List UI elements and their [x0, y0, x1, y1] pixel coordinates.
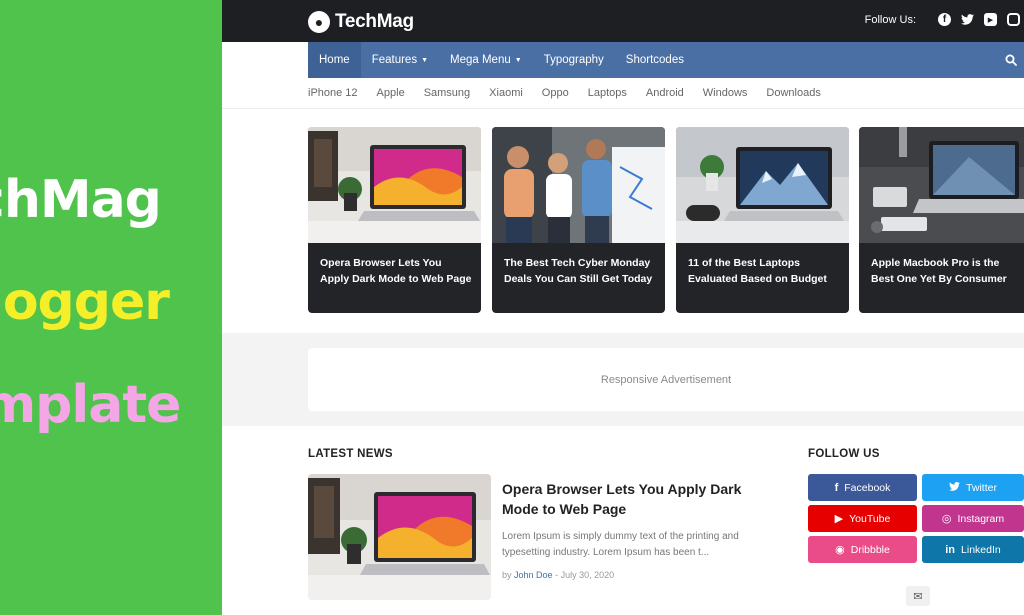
instagram-icon[interactable]: [1007, 13, 1020, 26]
mail-icon[interactable]: ✉: [906, 586, 930, 606]
nav-mega-menu[interactable]: Mega Menu ▼: [439, 42, 533, 78]
meta-by: by: [502, 570, 512, 580]
facebook-label: Facebook: [844, 481, 891, 494]
card-image-office: [492, 127, 665, 243]
featured-card-title: Opera Browser Lets You Apply Dark Mode t…: [320, 257, 472, 285]
nav-typography[interactable]: Typography: [533, 42, 615, 78]
promo-banner: chMag logger mplate: [0, 0, 222, 615]
latest-post-title[interactable]: Opera Browser Lets You Apply Dark Mode t…: [502, 479, 772, 519]
logo-text: TechMag: [335, 11, 414, 32]
featured-card[interactable]: 11 of the Best Laptops Evaluated Based o…: [676, 127, 849, 313]
latest-post-excerpt: Lorem Ipsum is simply dummy text of the …: [502, 531, 739, 558]
dribbble-icon: ◉: [835, 544, 845, 556]
instagram-icon: ◎: [941, 513, 952, 525]
subnav-item[interactable]: Laptops: [588, 87, 627, 99]
facebook-button[interactable]: f Facebook: [808, 474, 917, 501]
instagram-button[interactable]: ◎ Instagram: [922, 505, 1024, 532]
featured-card-title: Apple Macbook Pro is the Best One Yet By…: [871, 257, 1007, 285]
youtube-label: YouTube: [849, 512, 891, 525]
subnav-item[interactable]: Downloads: [766, 87, 820, 99]
main-nav: Home Features ▼ Mega Menu ▼ Typography Sho…: [308, 42, 1024, 78]
featured-card[interactable]: The Best Tech Cyber Monday Deals You Can…: [492, 127, 665, 313]
youtube-icon[interactable]: ▶: [984, 13, 997, 26]
nav-shortcodes-label: Shortcodes: [625, 54, 684, 66]
twitter-icon: [949, 481, 960, 494]
screenshot-root: chMag logger mplate ● TechMag Follow Us:…: [0, 0, 1024, 615]
twitter-icon[interactable]: [961, 13, 974, 26]
linkedin-label: LinkedIn: [961, 543, 1001, 556]
latest-post-image[interactable]: [308, 474, 491, 600]
post-author[interactable]: John Doe: [514, 570, 553, 580]
subnav-item[interactable]: iPhone 12: [308, 87, 358, 99]
dribbble-button[interactable]: ◉ Dribbble: [808, 536, 917, 563]
subnav-item[interactable]: Apple: [377, 87, 405, 99]
facebook-icon: f: [834, 481, 839, 494]
follow-us-heading: FOLLOW US: [808, 448, 880, 460]
site-preview: ● TechMag Follow Us: f ▶ Home Features ▼ …: [222, 0, 1024, 615]
latest-post-meta: by John Doe - July 30, 2020: [502, 570, 614, 580]
linkedin-button[interactable]: in LinkedIn: [922, 536, 1024, 563]
nav-features[interactable]: Features ▼: [361, 42, 439, 78]
post-date: - July 30, 2020: [555, 570, 615, 580]
latest-news-heading: LATEST NEWS: [308, 448, 393, 460]
nav-typography-label: Typography: [543, 54, 604, 66]
card-image-desk: [859, 127, 1024, 243]
nav-shortcodes[interactable]: Shortcodes: [615, 42, 695, 78]
youtube-icon: ▶: [834, 513, 844, 525]
site-logo[interactable]: ● TechMag: [308, 10, 414, 34]
advertisement-label: Responsive Advertisement: [600, 373, 732, 386]
promo-line-2: logger: [0, 272, 170, 332]
subnav-item[interactable]: Samsung: [424, 87, 470, 99]
promo-line-1: chMag: [0, 170, 162, 230]
featured-card[interactable]: Apple Macbook Pro is the Best One Yet By…: [859, 127, 1024, 313]
twitter-label: Twitter: [966, 481, 997, 494]
nav-home[interactable]: Home: [308, 42, 361, 78]
header-follow: Follow Us: f ▶: [865, 13, 1020, 26]
subnav-item[interactable]: Xiaomi: [489, 87, 523, 99]
chevron-down-icon: ▼: [514, 56, 522, 64]
facebook-icon[interactable]: f: [938, 13, 951, 26]
nav-features-label: Features: [371, 54, 418, 66]
subnav-item[interactable]: Oppo: [542, 87, 569, 99]
nav-home-label: Home: [319, 54, 350, 66]
follow-label: Follow Us:: [864, 13, 916, 26]
featured-card-title: The Best Tech Cyber Monday Deals You Can…: [504, 257, 653, 285]
subnav-item[interactable]: Android: [646, 87, 684, 99]
ad-band: Responsive Advertisement: [222, 333, 1024, 426]
card-image-laptop: [308, 127, 481, 243]
linkedin-icon: in: [945, 543, 956, 556]
sub-nav: iPhone 12 Apple Samsung Xiaomi Oppo Lapt…: [308, 78, 840, 108]
top-bar: ● TechMag Follow Us: f ▶: [222, 0, 1024, 42]
card-image-mountain-laptop: [676, 127, 849, 243]
promo-line-3: mplate: [0, 375, 181, 435]
chevron-down-icon: ▼: [421, 56, 429, 64]
featured-card[interactable]: Opera Browser Lets You Apply Dark Mode t…: [308, 127, 481, 313]
apple-logo-icon: ●: [308, 11, 330, 33]
youtube-button[interactable]: ▶ YouTube: [808, 505, 917, 532]
search-icon[interactable]: [998, 42, 1024, 78]
featured-card-title: 11 of the Best Laptops Evaluated Based o…: [688, 257, 827, 285]
dribbble-label: Dribbble: [850, 543, 890, 556]
instagram-label: Instagram: [957, 512, 1005, 525]
divider: [222, 108, 1024, 109]
subnav-item[interactable]: Windows: [703, 87, 748, 99]
twitter-button[interactable]: Twitter: [922, 474, 1024, 501]
advertisement-box[interactable]: Responsive Advertisement: [308, 348, 1024, 411]
nav-mega-menu-label: Mega Menu: [450, 54, 511, 66]
